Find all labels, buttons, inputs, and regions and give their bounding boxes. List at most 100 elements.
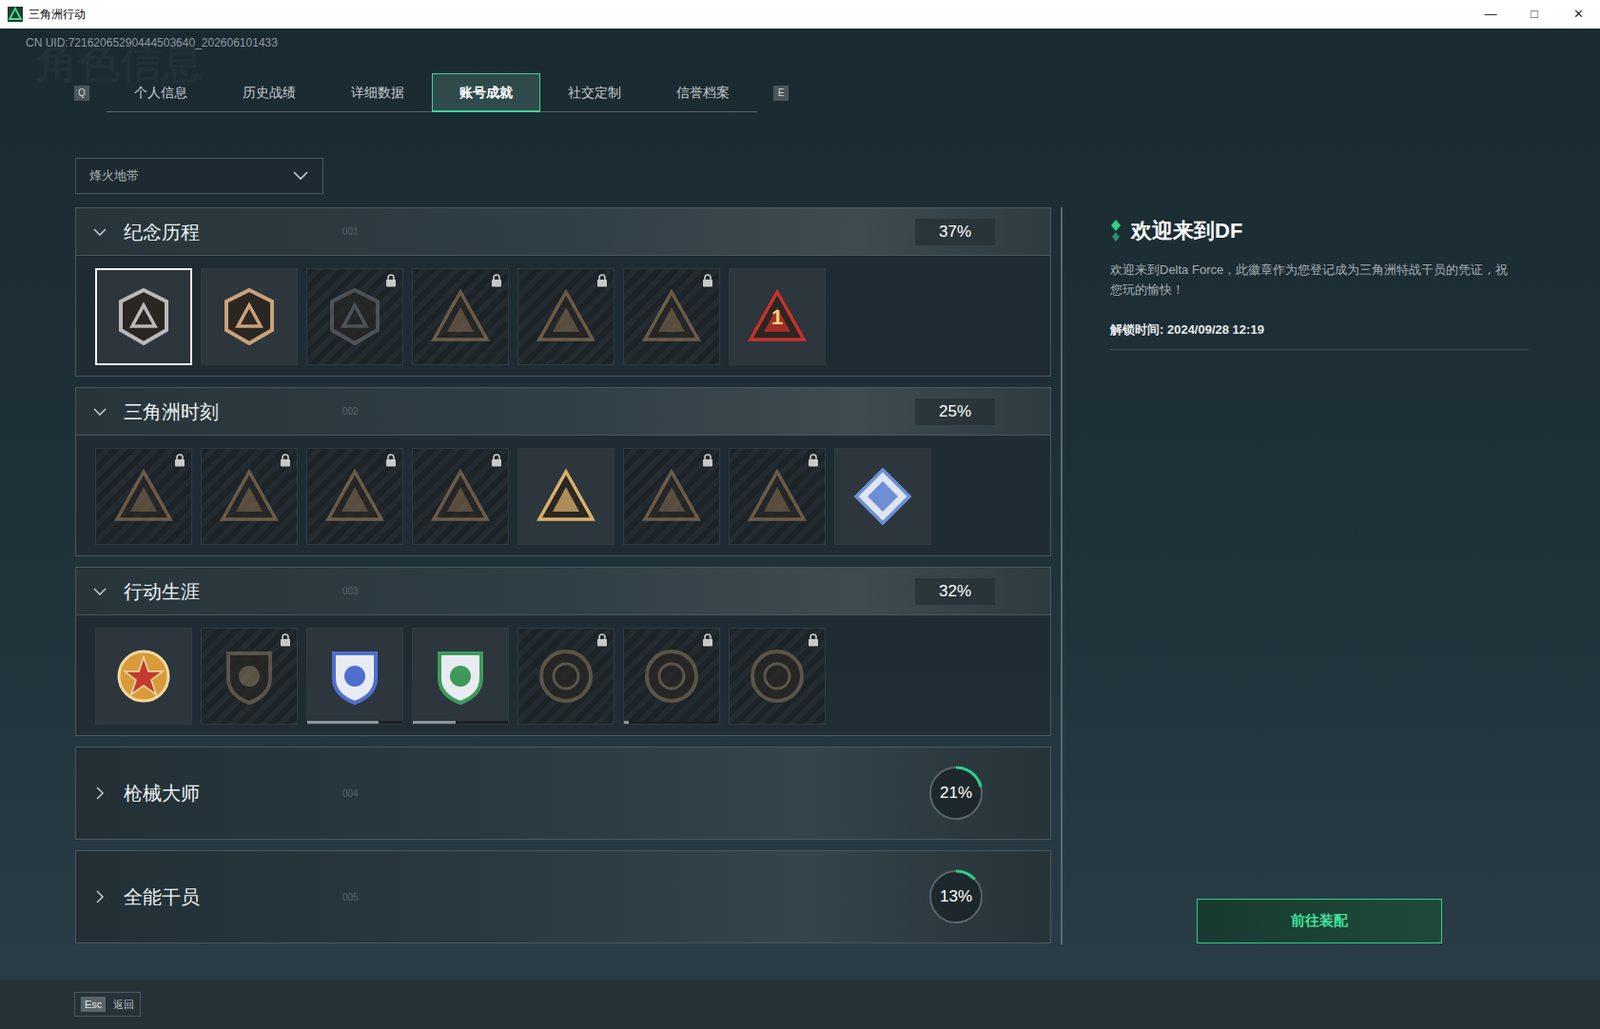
lock-icon <box>807 633 820 647</box>
triangle-badge-icon <box>429 286 491 348</box>
section-header[interactable]: 纪念历程00137% <box>76 208 1051 256</box>
lock-icon <box>807 453 820 468</box>
progress-ring: 13% <box>926 867 986 927</box>
badge-progress <box>412 721 508 724</box>
footer-bar: Esc返回 <box>0 979 1600 1029</box>
achievement-section-collapsed[interactable]: 全能干员 005 13% <box>75 850 1052 944</box>
badge-tile[interactable] <box>306 268 404 366</box>
round-badge-icon <box>641 645 703 707</box>
tab[interactable]: 信誉档案 <box>648 73 758 113</box>
chevron-down-icon <box>91 223 109 241</box>
triangle-badge-icon <box>746 466 808 527</box>
achievement-section: 行动生涯00332% <box>75 566 1052 737</box>
main-area: 角色信息CN UID:72162065290444503640_20260610… <box>0 28 1600 980</box>
tab[interactable]: 历史战绩 <box>214 73 324 113</box>
badge-progress <box>624 721 720 724</box>
triangle-badge-icon <box>535 286 597 348</box>
badge-tile[interactable] <box>728 627 826 725</box>
tab[interactable]: 详细数据 <box>323 73 432 113</box>
tab-bar: Q 个人信息历史战绩详细数据账号成就社交定制信誉档案 E <box>0 73 1600 113</box>
badge-tile[interactable] <box>517 268 615 366</box>
unlock-time: 解锁时间: 2024/09/28 12:19 <box>1110 320 1529 340</box>
section-title: 行动生涯 <box>123 577 314 606</box>
window-control[interactable]: ✕ <box>1556 0 1600 29</box>
achievement-section: 纪念历程00137% 1 <box>75 207 1052 377</box>
badge-tile[interactable] <box>411 448 509 546</box>
badge-tile[interactable] <box>95 448 193 546</box>
badge-tile[interactable] <box>623 268 721 366</box>
hexagon-badge-icon <box>113 286 175 348</box>
badge-tile[interactable]: 1 <box>728 268 826 366</box>
window-control[interactable]: □ <box>1512 0 1557 29</box>
badge-tile[interactable] <box>200 448 298 546</box>
badge-tile[interactable] <box>200 627 298 725</box>
badge-tile[interactable] <box>623 448 721 546</box>
badge-tile[interactable] <box>95 268 193 366</box>
lock-icon <box>279 633 292 647</box>
scrollbar[interactable] <box>1060 207 1063 945</box>
badge-tile[interactable] <box>517 627 615 725</box>
section-index: 005 <box>342 890 359 905</box>
lock-icon <box>490 273 503 288</box>
section-title: 三角洲时刻 <box>123 397 314 427</box>
badge-tile[interactable] <box>95 627 193 725</box>
badge-tile[interactable] <box>306 627 404 725</box>
tab[interactable]: 社交定制 <box>540 73 649 113</box>
prev-key-hint[interactable]: Q <box>74 85 90 101</box>
lock-icon <box>385 453 397 468</box>
chevron-down-icon <box>91 403 109 421</box>
shield-badge-icon <box>218 645 280 707</box>
achievement-section-collapsed[interactable]: 枪械大师00421% <box>75 746 1052 840</box>
detail-title: 欢迎来到DF <box>1131 214 1243 247</box>
badge-tile[interactable] <box>306 448 404 546</box>
next-key-hint[interactable]: E <box>773 85 789 101</box>
app-logo-icon <box>7 6 23 22</box>
uid-text: CN UID:72162065290444503640_202606101433 <box>0 28 1600 50</box>
lock-icon <box>279 453 292 468</box>
diamond-icon <box>1110 219 1122 243</box>
badge-tile[interactable] <box>728 448 826 546</box>
section-title: 纪念历程 <box>123 217 314 247</box>
section-percent: 32% <box>915 578 996 605</box>
lock-icon <box>702 273 714 288</box>
badge-tile[interactable] <box>834 448 932 546</box>
medal-badge-icon <box>113 645 175 707</box>
section-index: 002 <box>342 404 359 419</box>
badge-progress <box>307 721 403 724</box>
chevron-right-icon <box>91 888 109 906</box>
title-bar: 三角洲行动 —□✕ <box>0 0 1600 29</box>
triangle-badge-icon <box>113 466 175 527</box>
window-title: 三角洲行动 <box>28 5 86 23</box>
badge-tile[interactable] <box>517 448 615 546</box>
section-percent: 37% <box>915 218 996 246</box>
diamond-badge-icon <box>852 466 914 527</box>
section-header[interactable]: 行动生涯00332% <box>76 567 1051 616</box>
equip-button[interactable]: 前往装配 <box>1196 898 1443 944</box>
triangle-badge-icon <box>218 466 280 527</box>
mode-dropdown[interactable]: 烽火地带 <box>75 157 324 195</box>
section-percent: 25% <box>915 398 996 426</box>
detail-panel: 欢迎来到DF欢迎来到Delta Force，此徽章作为您登记成为三角洲特战干员的… <box>1110 157 1529 980</box>
back-button[interactable]: Esc返回 <box>74 992 141 1018</box>
badge-tile[interactable] <box>411 627 509 725</box>
lock-icon <box>385 273 397 288</box>
window-control[interactable]: — <box>1468 0 1513 29</box>
badge-tile[interactable] <box>411 268 509 366</box>
section-header[interactable]: 三角洲时刻 002 25% <box>76 388 1051 436</box>
hexagon-badge-icon <box>218 286 280 348</box>
triangle-badge-icon <box>641 466 703 527</box>
triangle-badge-icon <box>324 466 386 527</box>
tab[interactable]: 个人信息 <box>106 73 215 113</box>
badge-tile[interactable] <box>200 268 298 366</box>
achievement-list: 烽火地带纪念历程00137% 1 三角洲时刻 002 25% 行动生涯00332% 枪械大师… <box>75 157 1052 980</box>
badge-tile[interactable] <box>623 627 721 725</box>
chevron-right-icon <box>91 784 109 802</box>
achievement-section: 三角洲时刻 002 25% <box>75 387 1052 557</box>
section-index: 004 <box>342 786 359 801</box>
tab[interactable]: 账号成就 <box>431 73 541 113</box>
dropdown-arrow-icon <box>292 170 310 182</box>
section-title: 全能干员 <box>123 882 314 912</box>
shield-badge-icon <box>429 645 491 707</box>
content-row: 烽火地带纪念历程00137% 1 三角洲时刻 002 25% 行动生涯00332% 枪械大师… <box>0 112 1600 980</box>
lock-icon <box>702 453 714 468</box>
